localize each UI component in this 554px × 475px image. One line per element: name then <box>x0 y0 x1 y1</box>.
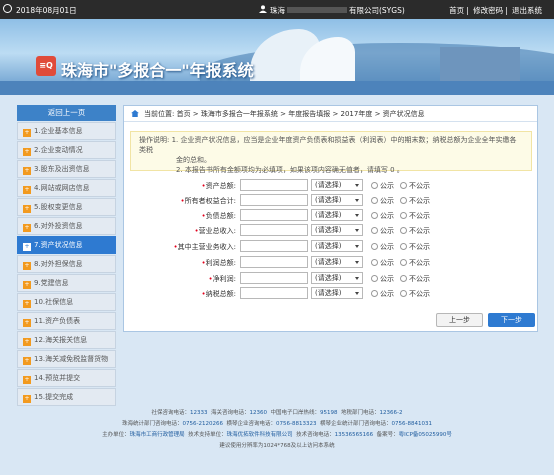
plus-icon: + <box>23 129 31 137</box>
plus-icon: + <box>23 167 31 175</box>
instructions-note: 操作说明: 1. 企业资产状况信息，应当是企业年度资产负债表和损益表（利润表）中… <box>130 131 532 174</box>
sidebar-item-equity-change[interactable]: +5.股权变更信息 <box>17 198 116 216</box>
not-public-radio[interactable]: 不公示 <box>400 242 430 252</box>
sidebar-item-balance-sheet[interactable]: +11.资产负债表 <box>17 312 116 330</box>
public-radio[interactable]: 公示 <box>371 258 394 268</box>
not-public-radio[interactable]: 不公示 <box>400 211 430 221</box>
main-revenue-select[interactable]: (请选择) <box>311 240 363 252</box>
next-button[interactable]: 下一步 <box>488 313 535 327</box>
not-public-radio[interactable]: 不公示 <box>400 258 430 268</box>
chevron-down-icon <box>355 277 359 280</box>
home-link[interactable]: 首页 <box>449 6 464 15</box>
tax-select[interactable]: (请选择) <box>311 287 363 299</box>
plus-icon: + <box>23 205 31 213</box>
not-public-radio[interactable]: 不公示 <box>400 226 430 236</box>
plus-icon: + <box>23 376 31 384</box>
total-profit-input[interactable] <box>240 256 308 268</box>
plus-icon: + <box>23 300 31 308</box>
form-row-equity: •所有者权益合计: (请选择) 公示 不公示 <box>180 194 430 206</box>
header-banner: ≡Q 珠海市"多报合一"年报系统 <box>0 19 554 95</box>
sidebar-item-basic-info[interactable]: +1.企业基本信息 <box>17 122 116 140</box>
sidebar-item-assets[interactable]: +7.资产状况信息 <box>17 236 116 254</box>
net-profit-input[interactable] <box>240 272 308 284</box>
plus-icon: + <box>23 186 31 194</box>
liabilities-input[interactable] <box>240 209 308 221</box>
public-radio[interactable]: 公示 <box>371 289 394 299</box>
breadcrumb: 当前位置: 首页 > 珠海市多报合一年报系统 > 年度报告填报 > 2017年度… <box>124 106 537 122</box>
form-row-revenue: •营业总收入: (请选择) 公示 不公示 <box>194 224 430 236</box>
public-radio[interactable]: 公示 <box>371 211 394 221</box>
clock-icon <box>3 4 12 13</box>
footer: 社保咨询电话：12333 海关咨询电话：12360 中国电子口岸热线：95198… <box>102 410 452 449</box>
user-icon <box>259 5 267 13</box>
form-row-total-assets: •资产总额: (请选择) 公示 不公示 <box>201 179 430 191</box>
sidebar-item-customs[interactable]: +12.海关报关信息 <box>17 331 116 349</box>
chevron-down-icon <box>355 292 359 295</box>
chevron-down-icon <box>355 245 359 248</box>
public-radio[interactable]: 公示 <box>371 196 394 206</box>
plus-icon: + <box>23 148 31 156</box>
form-row-total-profit: •利润总额: (请选择) 公示 不公示 <box>201 256 430 268</box>
home-icon <box>131 110 139 117</box>
sidebar-item-guarantee[interactable]: +8.对外担保信息 <box>17 255 116 273</box>
plus-icon: + <box>23 262 31 270</box>
tax-input[interactable] <box>240 287 308 299</box>
plus-icon: + <box>23 319 31 327</box>
sidebar-item-website[interactable]: +4.网站或网店信息 <box>17 179 116 197</box>
chevron-down-icon <box>355 214 359 217</box>
sidebar-item-customs-duty[interactable]: +13.海关减免税监督货物 <box>17 350 116 368</box>
sidebar-item-investment[interactable]: +6.对外投资信息 <box>17 217 116 235</box>
not-public-radio[interactable]: 不公示 <box>400 196 430 206</box>
total-assets-select[interactable]: (请选择) <box>311 179 363 191</box>
plus-icon: + <box>23 338 31 346</box>
net-profit-select[interactable]: (请选择) <box>311 272 363 284</box>
prev-button[interactable]: 上一步 <box>436 313 483 327</box>
logout-link[interactable]: 退出系统 <box>512 6 542 15</box>
public-radio[interactable]: 公示 <box>371 274 394 284</box>
liabilities-select[interactable]: (请选择) <box>311 209 363 221</box>
back-button[interactable]: 返回上一页 <box>17 105 116 121</box>
sidebar-item-complete[interactable]: +15.提交完成 <box>17 388 116 406</box>
plus-icon: + <box>23 395 31 403</box>
user-display: 珠海 有限公司(SYGS) <box>259 5 405 16</box>
equity-select[interactable]: (请选择) <box>311 194 363 206</box>
sidebar-item-shareholders[interactable]: +3.股东及出资信息 <box>17 160 116 178</box>
logo-icon: ≡Q <box>36 56 56 76</box>
page-title: 珠海市"多报合一"年报系统 <box>61 61 254 80</box>
not-public-radio[interactable]: 不公示 <box>400 274 430 284</box>
chevron-down-icon <box>355 184 359 187</box>
public-radio[interactable]: 公示 <box>371 226 394 236</box>
total-profit-select[interactable]: (请选择) <box>311 256 363 268</box>
public-radio[interactable]: 公示 <box>371 242 394 252</box>
main-panel: 当前位置: 首页 > 珠海市多报合一年报系统 > 年度报告填报 > 2017年度… <box>123 105 538 332</box>
sidebar-item-changes[interactable]: +2.企业变动情况 <box>17 141 116 159</box>
plus-icon: + <box>23 357 31 365</box>
sidebar-item-preview[interactable]: +14.预览并提交 <box>17 369 116 387</box>
not-public-radio[interactable]: 不公示 <box>400 181 430 191</box>
not-public-radio[interactable]: 不公示 <box>400 289 430 299</box>
top-bar: 2018年08月01日 珠海 有限公司(SYGS) 首页 | 修改密码 | 退出系统 <box>0 0 554 19</box>
chevron-down-icon <box>355 199 359 202</box>
plus-icon: + <box>23 224 31 232</box>
change-password-link[interactable]: 修改密码 <box>473 6 503 15</box>
revenue-input[interactable] <box>240 224 308 236</box>
plus-icon: + <box>23 281 31 289</box>
plus-icon: + <box>23 243 31 251</box>
form-row-main-revenue: •其中主营业务收入: (请选择) 公示 不公示 <box>173 240 430 252</box>
revenue-select[interactable]: (请选择) <box>311 224 363 236</box>
date-display: 2018年08月01日 <box>3 4 77 16</box>
sidebar: 返回上一页 +1.企业基本信息 +2.企业变动情况 +3.股东及出资信息 +4.… <box>17 105 116 406</box>
chevron-down-icon <box>355 229 359 232</box>
chevron-down-icon <box>355 261 359 264</box>
equity-input[interactable] <box>240 194 308 206</box>
main-revenue-input[interactable] <box>240 240 308 252</box>
form-row-tax: •纳税总额: (请选择) 公示 不公示 <box>201 287 430 299</box>
sidebar-item-party[interactable]: +9.党建信息 <box>17 274 116 292</box>
public-radio[interactable]: 公示 <box>371 181 394 191</box>
total-assets-input[interactable] <box>240 179 308 191</box>
form-row-net-profit: •净利润: (请选择) 公示 不公示 <box>208 272 430 284</box>
form-row-liabilities: •负债总额: (请选择) 公示 不公示 <box>201 209 430 221</box>
sidebar-item-social-security[interactable]: +10.社保信息 <box>17 293 116 311</box>
